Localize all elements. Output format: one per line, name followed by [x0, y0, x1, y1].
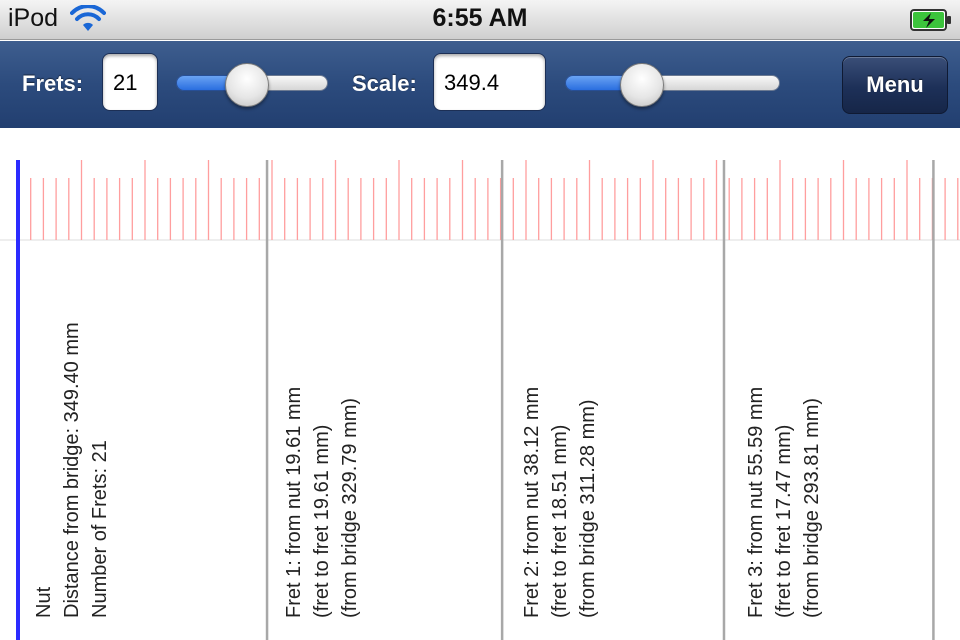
fret-3-label: Fret 3: from nut 55.59 mm (fret to fret … — [742, 138, 842, 618]
fret-2-from-bridge: (from bridge 311.28 mm) — [577, 399, 599, 618]
nut-distance: Distance from bridge: 349.40 mm — [61, 322, 83, 618]
fret-2-from-nut: Fret 2: from nut 38.12 mm — [521, 386, 543, 618]
fret-1-from-nut: Fret 1: from nut 19.61 mm — [283, 386, 305, 618]
frets-slider[interactable] — [176, 63, 328, 107]
fret-1-label: Fret 1: from nut 19.61 mm (fret to fret … — [280, 138, 380, 618]
frets-label: Frets: — [22, 71, 84, 96]
scale-slider[interactable] — [565, 63, 780, 107]
menu-button[interactable]: Menu — [842, 56, 948, 114]
fret-3-from-nut: Fret 3: from nut 55.59 mm — [745, 386, 767, 618]
fretboard-view[interactable]: Nut Distance from bridge: 349.40 mm Numb… — [0, 128, 960, 640]
battery-charging-icon — [910, 9, 951, 31]
nut-fret-count: Number of Frets: 21 — [89, 440, 111, 618]
toolbar: Frets: 21 Scale: 349.4 Menu — [0, 41, 960, 128]
fret-3-fret-to-fret: (fret to fret 17.47 mm) — [773, 424, 795, 618]
scale-slider-thumb[interactable] — [619, 63, 664, 107]
nut-title: Nut — [33, 586, 55, 618]
clock: 6:55 AM — [432, 4, 528, 32]
fret-2-label: Fret 2: from nut 38.12 mm (fret to fret … — [518, 138, 618, 618]
fret-3-from-bridge: (from bridge 293.81 mm) — [801, 397, 823, 618]
status-bar: iPod 6:55 AM — [0, 0, 960, 40]
nut-label: Nut Distance from bridge: 349.40 mm Numb… — [30, 138, 130, 618]
fret-1-fret-to-fret: (fret to fret 19.61 mm) — [311, 424, 333, 618]
fret-1-from-bridge: (from bridge 329.79 mm) — [339, 397, 361, 618]
scale-input[interactable]: 349.4 — [433, 53, 546, 111]
frets-slider-thumb[interactable] — [224, 63, 269, 107]
fret-2-fret-to-fret: (fret to fret 18.51 mm) — [549, 424, 571, 618]
frets-input[interactable]: 21 — [102, 53, 158, 111]
scale-label: Scale: — [352, 71, 417, 96]
